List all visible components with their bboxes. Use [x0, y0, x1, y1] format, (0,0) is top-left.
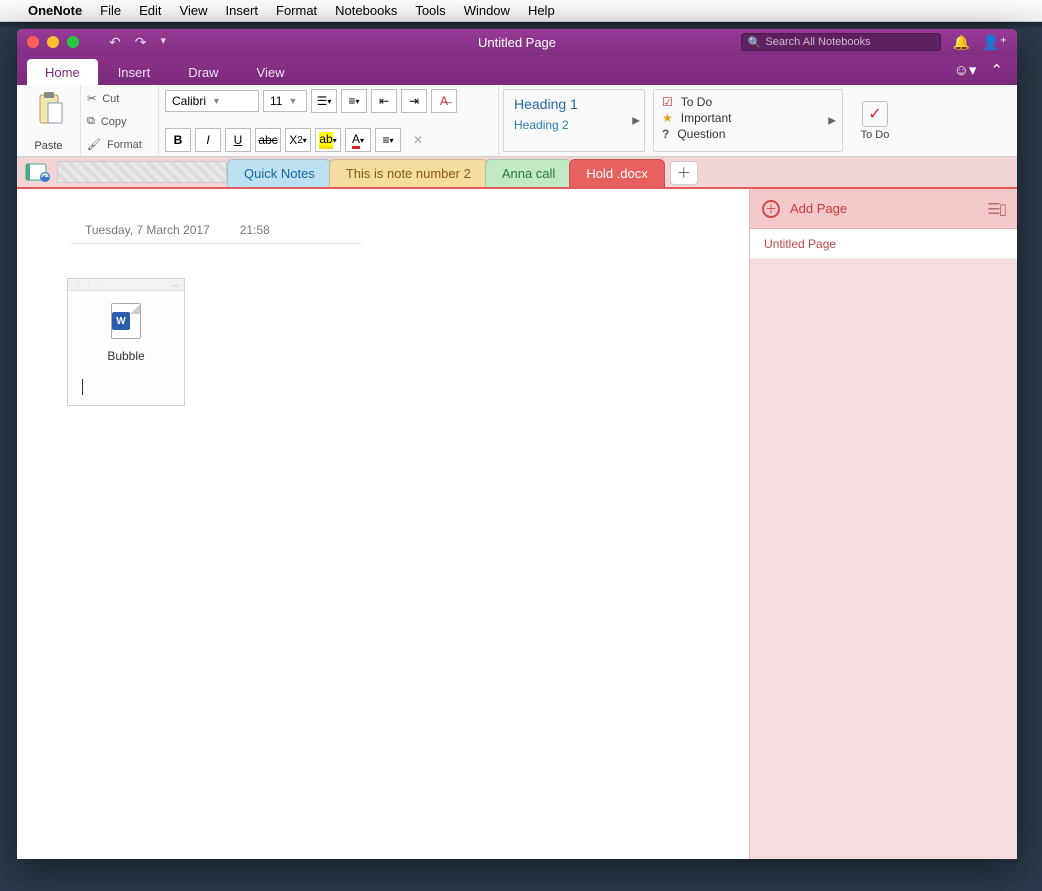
style-heading2[interactable]: Heading 2	[514, 118, 634, 132]
window-title: Untitled Page	[478, 35, 556, 50]
tab-home[interactable]: Home	[27, 59, 98, 85]
qat-customize-icon[interactable]: ▾	[160, 34, 166, 51]
add-page-icon[interactable]: ＋	[762, 200, 780, 218]
brush-icon: 🖌	[87, 138, 101, 151]
subscript-button[interactable]: X2▾	[285, 128, 311, 152]
content-area: Tuesday, 7 March 2017 21:58 · · · ·⇔ W B…	[17, 189, 1017, 859]
search-placeholder: Search All Notebooks	[765, 36, 870, 48]
share-icon[interactable]: 👤⁺	[982, 34, 1007, 51]
collapse-ribbon-icon[interactable]: ⌃	[990, 61, 1003, 79]
titlebar: ↶ ↷ ▾ Untitled Page 🔍 Search All Noteboo…	[17, 29, 1017, 55]
styles-gallery[interactable]: Heading 1 Heading 2 ▶	[503, 89, 645, 152]
bullets-button[interactable]: ☰▾	[311, 89, 337, 113]
page-list-pane: ＋ Add Page ☰▯ Untitled Page	[749, 189, 1017, 859]
italic-button[interactable]: I	[195, 128, 221, 152]
note-date-row: Tuesday, 7 March 2017 21:58	[71, 219, 361, 244]
add-page-button[interactable]: Add Page	[790, 201, 847, 216]
style-heading1[interactable]: Heading 1	[514, 96, 634, 112]
container-handle[interactable]: · · · ·⇔	[68, 279, 184, 291]
search-icon: 🔍	[748, 36, 762, 49]
paste-label: Paste	[34, 140, 62, 152]
strikethrough-button[interactable]: abc	[255, 128, 281, 152]
section-tab-note2[interactable]: This is note number 2	[329, 159, 488, 187]
ribbon: Paste ✂Cut ⧉Copy 🖌Format Calibri▼ 11▼ ☰▾…	[17, 85, 1017, 157]
undo-icon[interactable]: ↶	[109, 34, 121, 51]
styles-expand-icon[interactable]: ▶	[632, 115, 640, 126]
tab-insert[interactable]: Insert	[100, 59, 169, 85]
menu-help[interactable]: Help	[528, 3, 555, 18]
tags-gallery[interactable]: ☑To Do ★Important ?Question ▶	[653, 89, 843, 152]
minimize-button[interactable]	[47, 36, 59, 48]
copy-button[interactable]: ⧉Copy	[87, 114, 152, 129]
question-icon: ?	[662, 127, 669, 141]
attachment-container[interactable]: · · · ·⇔ W Bubble	[67, 278, 185, 406]
fullscreen-button[interactable]	[67, 36, 79, 48]
font-name-select[interactable]: Calibri▼	[165, 90, 259, 112]
tab-draw[interactable]: Draw	[170, 59, 236, 85]
mac-menubar: OneNote File Edit View Insert Format Not…	[0, 0, 1042, 22]
cut-button[interactable]: ✂Cut	[87, 91, 152, 106]
attachment-name: Bubble	[107, 349, 144, 363]
section-tab-hold[interactable]: Hold .docx	[569, 159, 664, 187]
section-tab-quicknotes[interactable]: Quick Notes	[227, 159, 332, 187]
notebook-name[interactable]	[57, 161, 227, 183]
font-size-select[interactable]: 11▼	[263, 90, 307, 112]
onenote-window: ↶ ↷ ▾ Untitled Page 🔍 Search All Noteboo…	[17, 29, 1017, 859]
section-tab-annacall[interactable]: Anna call	[485, 159, 572, 187]
tags-expand-icon[interactable]: ▶	[828, 115, 836, 126]
text-cursor	[82, 379, 83, 395]
menu-view[interactable]: View	[180, 3, 208, 18]
notebook-icon[interactable]	[23, 160, 53, 184]
scissors-icon: ✂	[87, 92, 96, 105]
sections-bar: Quick Notes This is note number 2 Anna c…	[17, 157, 1017, 189]
tag-question[interactable]: ?Question	[662, 126, 834, 142]
menu-tools[interactable]: Tools	[415, 3, 445, 18]
window-controls	[17, 36, 89, 48]
search-input[interactable]: 🔍 Search All Notebooks	[741, 33, 941, 51]
copy-icon: ⧉	[87, 115, 95, 128]
redo-icon[interactable]: ↷	[135, 34, 147, 51]
bold-button[interactable]: B	[165, 128, 191, 152]
add-section-button[interactable]: ＋	[670, 161, 698, 185]
note-canvas[interactable]: Tuesday, 7 March 2017 21:58 · · · ·⇔ W B…	[17, 189, 749, 859]
page-list-item[interactable]: Untitled Page	[750, 229, 1017, 259]
tab-view[interactable]: View	[239, 59, 303, 85]
highlight-button[interactable]: ab▾	[315, 128, 341, 152]
format-painter-button[interactable]: 🖌Format	[87, 137, 152, 152]
numbering-button[interactable]: ≡▾	[341, 89, 367, 113]
menu-file[interactable]: File	[100, 3, 121, 18]
underline-button[interactable]: U	[225, 128, 251, 152]
menu-format[interactable]: Format	[276, 3, 317, 18]
menu-edit[interactable]: Edit	[139, 3, 161, 18]
paste-button[interactable]	[31, 89, 67, 129]
close-button[interactable]	[27, 36, 39, 48]
tag-important[interactable]: ★Important	[662, 110, 834, 126]
outdent-button[interactable]: ⇤	[371, 89, 397, 113]
menu-window[interactable]: Window	[464, 3, 510, 18]
font-color-button[interactable]: A▾	[345, 128, 371, 152]
emoji-icon[interactable]: ☺▾	[954, 61, 977, 79]
menu-insert[interactable]: Insert	[225, 3, 258, 18]
align-button[interactable]: ≡▾	[375, 128, 401, 152]
page-sort-icon[interactable]: ☰▯	[987, 200, 1005, 218]
word-file-icon[interactable]: W	[111, 303, 141, 339]
indent-button[interactable]: ⇥	[401, 89, 427, 113]
tag-todo[interactable]: ☑To Do	[662, 94, 834, 110]
delete-button[interactable]: ✕	[405, 128, 431, 152]
menu-notebooks[interactable]: Notebooks	[335, 3, 397, 18]
clear-formatting-button[interactable]: A̶	[431, 89, 457, 113]
star-icon: ★	[662, 111, 673, 125]
app-menu[interactable]: OneNote	[28, 3, 82, 18]
note-time: 21:58	[240, 223, 270, 237]
note-date: Tuesday, 7 March 2017	[85, 223, 210, 237]
todo-button[interactable]: ✓	[862, 101, 888, 127]
notifications-icon[interactable]: 🔔	[953, 34, 970, 51]
checkbox-icon: ☑	[662, 95, 673, 109]
todo-label: To Do	[861, 129, 890, 141]
ribbon-tabs: Home Insert Draw View ☺▾ ⌃	[17, 55, 1017, 85]
